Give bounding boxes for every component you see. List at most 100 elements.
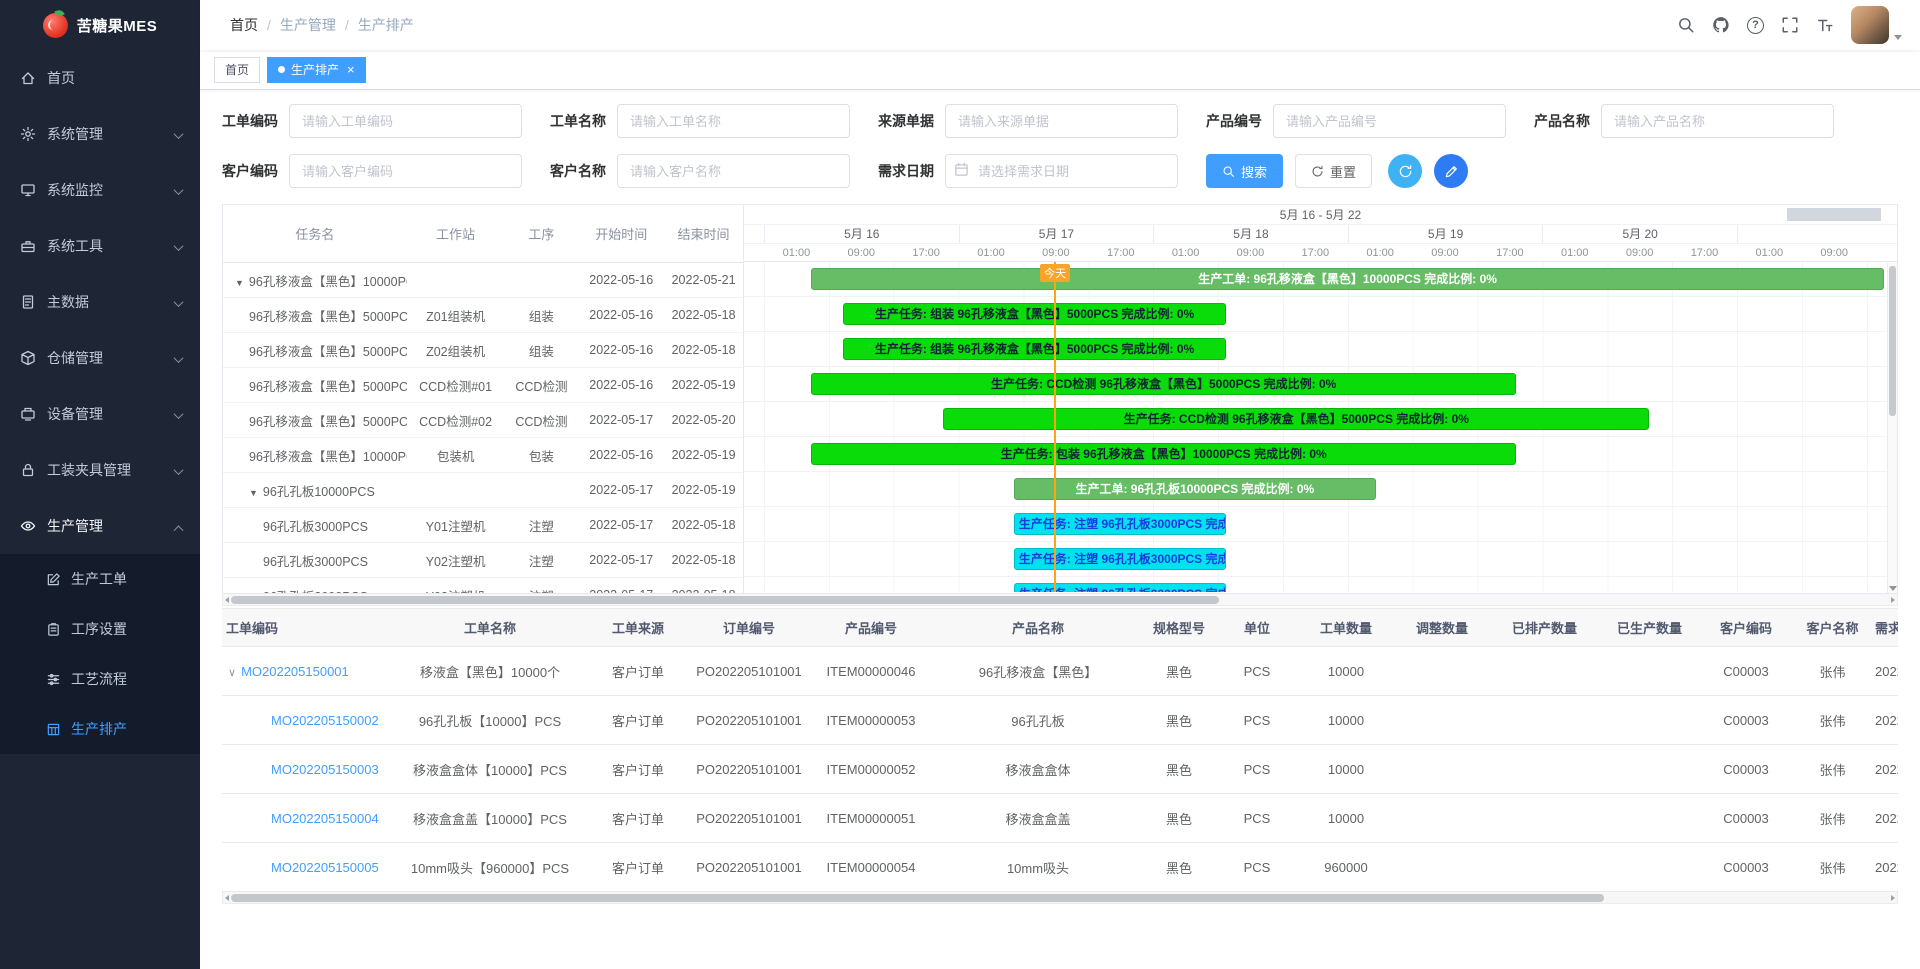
expand-chevron-icon[interactable]: ∨ [228, 667, 236, 679]
scroll-right-arrow[interactable] [1891, 895, 1895, 901]
cell-qty: 10000 [1300, 647, 1392, 696]
table-horizontal-scrollbar[interactable] [222, 892, 1898, 904]
scroll-down-arrow[interactable] [1889, 586, 1897, 591]
cell-demand-date: 2022-05-21 [1875, 843, 1898, 892]
gantt-bar-task[interactable]: 生产任务: 注塑 96孔孔板3000PCS 完成比例: 0% [1014, 548, 1226, 570]
gantt-bar-work-order[interactable]: 生产工单: 96孔移液盒【黑色】10000PCS 完成比例: 0% [811, 268, 1884, 290]
gantt-row[interactable]: 96孔孔板3000PCS Y01注塑机 注塑 2022-05-17 2022-0… [223, 508, 743, 543]
sidebar-item-warehouse-mgmt[interactable]: 仓储管理 [0, 330, 200, 386]
tab-home[interactable]: 首页 [214, 57, 260, 83]
tab-production-scheduling[interactable]: 生产排产 × [267, 57, 366, 83]
breadcrumb-home[interactable]: 首页 [230, 15, 258, 35]
cell-item-no: ITEM00000052 [810, 745, 932, 794]
reset-button[interactable]: 重置 [1295, 154, 1372, 188]
sidebar-item-process-settings[interactable]: 工序设置 [0, 604, 200, 654]
work-order-link[interactable]: MO202205150004 [271, 811, 379, 826]
sidebar-item-home[interactable]: 首页 [0, 50, 200, 106]
sidebar-item-master-data[interactable]: 主数据 [0, 274, 200, 330]
gantt-horizontal-scrollbar[interactable] [222, 594, 1898, 606]
avatar[interactable] [1851, 6, 1889, 44]
sidebar-item-process-flow[interactable]: 工艺流程 [0, 654, 200, 704]
cell-order-no: PO202205101001 [688, 843, 810, 892]
time-tick: 17:00 [1477, 244, 1542, 261]
gantt-row[interactable]: ▼96孔移液盒【黑色】10000PCS 2022-05-16 2022-05-2… [223, 263, 743, 298]
gantt-row[interactable]: 96孔孔板3000PCS Y02注塑机 注塑 2022-05-17 2022-0… [223, 543, 743, 578]
order-code-input[interactable] [289, 104, 522, 138]
close-icon[interactable]: × [347, 63, 355, 76]
scroll-right-arrow[interactable] [1891, 597, 1895, 603]
demand-date-input[interactable] [945, 154, 1178, 188]
time-tick: 01:00 [1542, 244, 1607, 261]
customer-name-input[interactable] [617, 154, 850, 188]
app-logo[interactable]: 苦糖果MES [0, 0, 200, 50]
gantt-bar-task[interactable]: 生产任务: 组装 96孔移液盒【黑色】5000PCS 完成比例: 0% [843, 338, 1226, 360]
gantt-vertical-scrollbar[interactable] [1887, 263, 1897, 593]
cell-spec: 黑色 [1144, 794, 1214, 843]
sidebar-item-equipment-mgmt[interactable]: 设备管理 [0, 386, 200, 442]
sidebar-item-system-mgmt[interactable]: 系统管理 [0, 106, 200, 162]
refresh-gantt-button[interactable] [1388, 154, 1422, 188]
task-end: 2022-05-18 [664, 518, 743, 532]
work-order-link[interactable]: MO202205150002 [271, 713, 379, 728]
gantt-bar-task[interactable]: 生产任务: 注塑 96孔孔板3000PCS 完成比例: 0% [1014, 513, 1226, 535]
work-order-link[interactable]: MO202205150005 [271, 860, 379, 875]
task-start: 2022-05-17 [578, 553, 664, 567]
help-icon[interactable]: ? [1747, 17, 1764, 34]
customer-code-input[interactable] [289, 154, 522, 188]
scroll-thumb[interactable] [1889, 266, 1896, 416]
gantt-row[interactable]: 96孔移液盒【黑色】10000PCS 包装机 包装 2022-05-16 202… [223, 438, 743, 473]
search-button[interactable]: 搜索 [1206, 154, 1283, 188]
gantt-row[interactable]: 96孔移液盒【黑色】5000PCS Z02组装机 组装 2022-05-16 2… [223, 333, 743, 368]
font-size-icon[interactable] [1816, 16, 1834, 34]
cell-demand-date: 2022-05-21 [1875, 794, 1898, 843]
gantt-row[interactable]: ▼96孔孔板10000PCS 2022-05-17 2022-05-19 [223, 473, 743, 508]
order-name-input[interactable] [617, 104, 850, 138]
sidebar-item-fixture-mgmt[interactable]: 工装夹具管理 [0, 442, 200, 498]
cell-source: 客户订单 [588, 843, 688, 892]
cell-unit: PCS [1214, 843, 1300, 892]
edit-schedule-button[interactable] [1434, 154, 1468, 188]
sidebar-fold-icon[interactable] [200, 15, 230, 35]
scroll-thumb[interactable] [231, 596, 1219, 604]
gantt-horizontal-scroll-thumb[interactable] [1787, 208, 1881, 221]
cell-demand-date: 2022-05-21 [1875, 696, 1898, 745]
sidebar-item-production-mgmt[interactable]: 生产管理 [0, 498, 200, 554]
gantt-bar-task[interactable]: 生产任务: CCD检测 96孔移液盒【黑色】5000PCS 完成比例: 0% [811, 373, 1517, 395]
gantt-bar-task[interactable]: 生产任务: 组装 96孔移液盒【黑色】5000PCS 完成比例: 0% [843, 303, 1226, 325]
fullscreen-icon[interactable] [1781, 16, 1799, 34]
product-code-input[interactable] [1273, 104, 1506, 138]
scroll-left-arrow[interactable] [225, 597, 229, 603]
scroll-left-arrow[interactable] [225, 895, 229, 901]
gantt-bar-work-order[interactable]: 生产工单: 96孔孔板10000PCS 完成比例: 0% [1014, 478, 1376, 500]
gantt-bar-task[interactable]: 生产任务: CCD检测 96孔移液盒【黑色】5000PCS 完成比例: 0% [943, 408, 1649, 430]
cell-customer-code: C00003 [1702, 647, 1790, 696]
time-tick: 09:00 [829, 244, 894, 261]
task-start: 2022-05-16 [578, 343, 664, 357]
sidebar-item-production-scheduling[interactable]: 生产排产 [0, 704, 200, 754]
work-order-link[interactable]: MO202205150003 [271, 762, 379, 777]
breadcrumb-production-mgmt[interactable]: 生产管理 [280, 15, 336, 35]
sidebar-item-system-tools[interactable]: 系统工具 [0, 218, 200, 274]
product-name-input[interactable] [1601, 104, 1834, 138]
gantt-bar-task[interactable]: 生产任务: 包装 96孔移液盒【黑色】10000PCS 完成比例: 0% [811, 443, 1517, 465]
cell-scheduled-qty [1492, 794, 1597, 843]
sidebar-item-production-order[interactable]: 生产工单 [0, 554, 200, 604]
gantt-row[interactable]: 96孔移液盒【黑色】5000PCS Z01组装机 组装 2022-05-16 2… [223, 298, 743, 333]
cell-source: 客户订单 [588, 745, 688, 794]
user-menu[interactable] [1851, 6, 1902, 44]
search-icon[interactable] [1677, 16, 1695, 34]
scroll-thumb[interactable] [231, 894, 1604, 902]
gantt-bar-task[interactable]: 生产任务: 注塑 96孔孔板3000PCS 完成比例: 0% [1014, 583, 1226, 592]
gantt-row[interactable]: 96孔移液盒【黑色】5000PCS CCD检测#02 CCD检测 2022-05… [223, 403, 743, 438]
reset-button-label: 重置 [1330, 162, 1356, 181]
gantt-row[interactable]: 96孔移液盒【黑色】5000PCS CCD检测#01 CCD检测 2022-05… [223, 368, 743, 403]
collapse-triangle-icon[interactable]: ▼ [249, 488, 258, 498]
field-label: 客户编码 [222, 161, 278, 181]
github-icon[interactable] [1712, 16, 1730, 34]
gantt-row[interactable]: 96孔孔板3000PCS Y03注塑机 注塑 2022-05-17 2022-0… [223, 578, 743, 593]
sidebar-item-system-monitor[interactable]: 系统监控 [0, 162, 200, 218]
time-tick: 09:00 [1802, 244, 1867, 261]
source-doc-input[interactable] [945, 104, 1178, 138]
work-order-link[interactable]: MO202205150001 [241, 664, 349, 679]
collapse-triangle-icon[interactable]: ▼ [235, 278, 244, 288]
